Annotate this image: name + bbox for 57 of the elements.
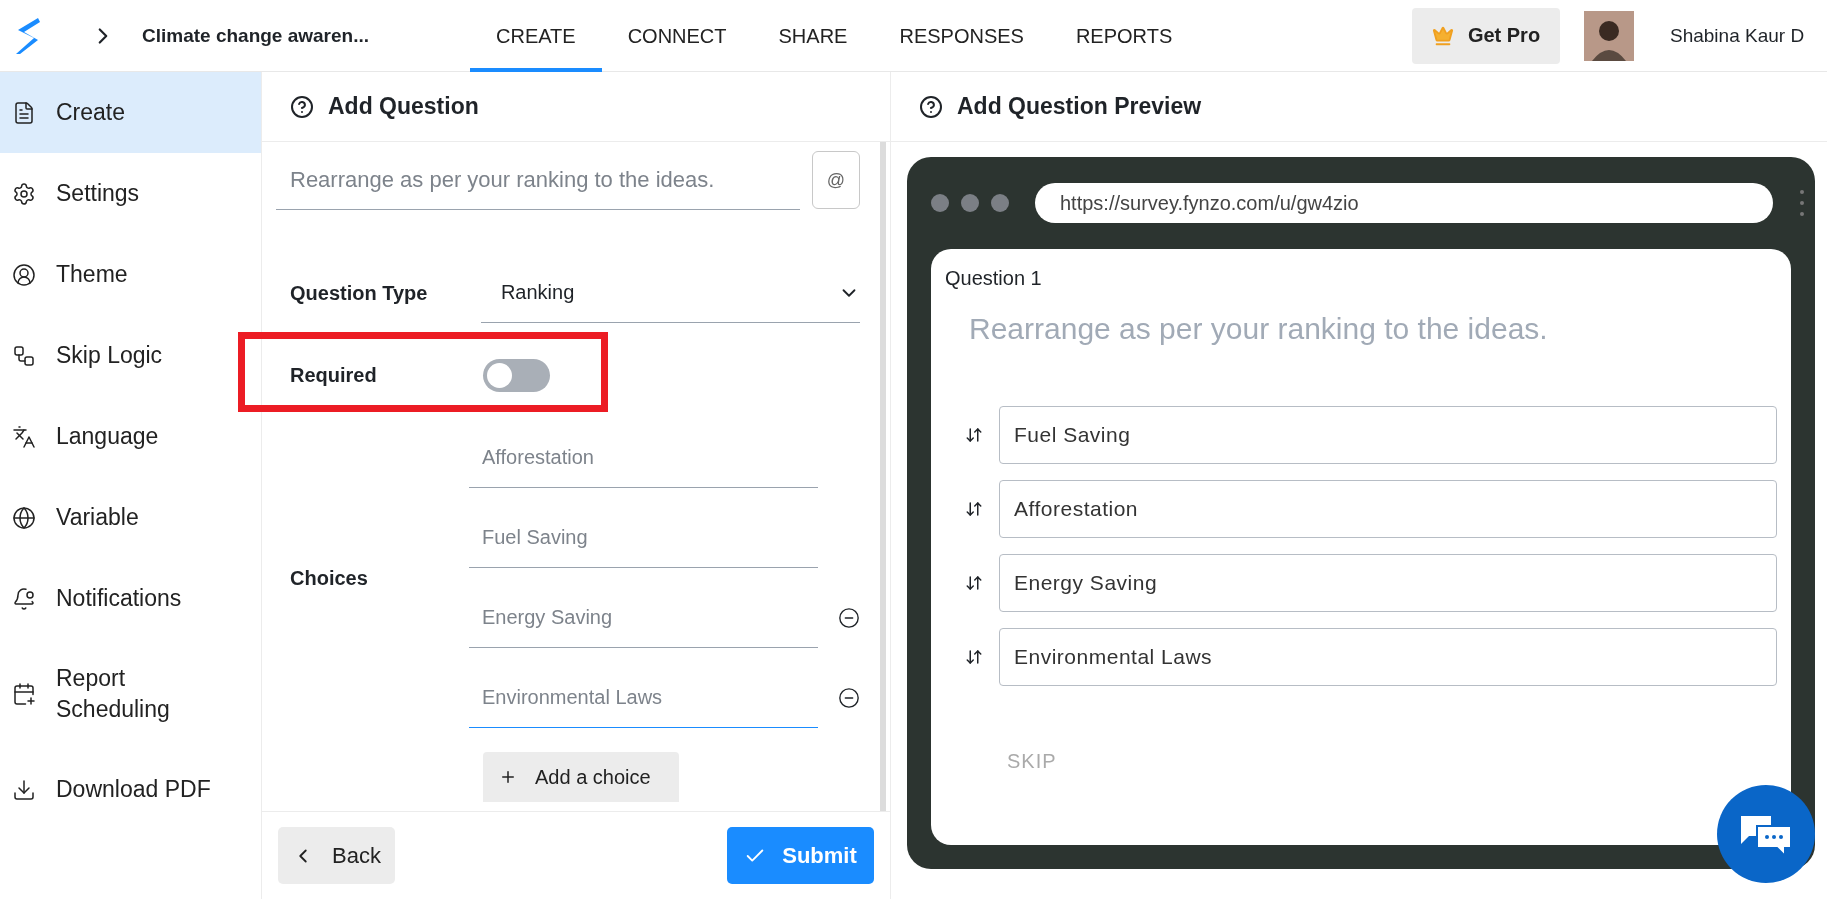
sidebar-item[interactable]: Theme	[0, 234, 261, 315]
add-choice-button[interactable]: Add a choice	[483, 752, 679, 802]
sidebar-item[interactable]: Skip Logic	[0, 315, 261, 396]
user-name[interactable]: Shabina Kaur D	[1670, 24, 1827, 47]
window-dot	[931, 194, 949, 212]
nav-tab[interactable]: CONNECT	[601, 0, 753, 72]
sidebar-item[interactable]: Create	[0, 72, 261, 153]
sidebar-item[interactable]: Download PDF	[0, 749, 261, 830]
sidebar-item[interactable]: Report Scheduling	[0, 639, 261, 749]
nav-tab[interactable]: RESPONSES	[873, 0, 1050, 72]
sidebar-item[interactable]: Variable	[0, 477, 261, 558]
back-button[interactable]: Back	[278, 827, 395, 884]
crown-icon	[1431, 24, 1454, 47]
window-dot	[991, 194, 1009, 212]
get-pro-button[interactable]: Get Pro	[1412, 7, 1560, 64]
question-text: Rearrange as per your ranking to the ideas.	[969, 312, 1549, 346]
field-label: Required	[289, 363, 378, 387]
more-icon	[1799, 189, 1805, 217]
ranking-option[interactable]: Afforestation	[999, 480, 1777, 538]
drag-handle-icon[interactable]	[965, 500, 983, 518]
nav-tab[interactable]: SHARE	[752, 0, 874, 72]
address-bar: https://survey.fynzo.com/u/gw4zio	[1035, 183, 1773, 223]
document-icon	[12, 100, 36, 125]
nav-tab[interactable]: CREATE	[470, 0, 602, 72]
gear-icon	[12, 181, 36, 206]
drag-handle-icon[interactable]	[965, 574, 983, 592]
download-icon	[12, 777, 36, 802]
panel-title: Add Question Preview	[957, 93, 1202, 120]
help-icon[interactable]	[919, 94, 943, 119]
nav-tab[interactable]: REPORTS	[1049, 0, 1199, 72]
flow-icon	[12, 343, 36, 368]
sidebar-item[interactable]: Language	[0, 396, 261, 477]
help-icon[interactable]	[290, 94, 314, 119]
window-dot	[961, 194, 979, 212]
ranking-option[interactable]: Fuel Saving	[999, 406, 1777, 464]
sidebar-item[interactable]: Settings	[0, 153, 261, 234]
field-label: Question Type	[289, 281, 429, 305]
calendar-icon	[12, 682, 36, 706]
globe-icon	[12, 505, 36, 530]
sidebar-item[interactable]: Notifications	[0, 558, 261, 639]
translate-icon	[12, 424, 36, 449]
mention-button[interactable]: @	[812, 151, 860, 209]
bell-icon	[12, 586, 36, 611]
required-toggle[interactable]	[483, 358, 550, 392]
panel-title: Add Question	[328, 93, 479, 120]
question-type-select[interactable]: Ranking	[480, 263, 860, 323]
drag-handle-icon[interactable]	[965, 426, 983, 444]
survey-title: Climate change awaren...	[142, 24, 371, 47]
question-number: Question 1	[945, 267, 1043, 290]
plus-icon	[499, 768, 517, 786]
ranking-option[interactable]: Energy Saving	[999, 554, 1777, 612]
field-label: Choices	[289, 566, 369, 590]
remove-icon[interactable]	[838, 607, 860, 629]
avatar[interactable]	[1584, 10, 1634, 61]
ranking-option[interactable]: Environmental Laws	[999, 628, 1777, 686]
drag-handle-icon[interactable]	[965, 648, 983, 666]
remove-icon[interactable]	[838, 687, 860, 709]
